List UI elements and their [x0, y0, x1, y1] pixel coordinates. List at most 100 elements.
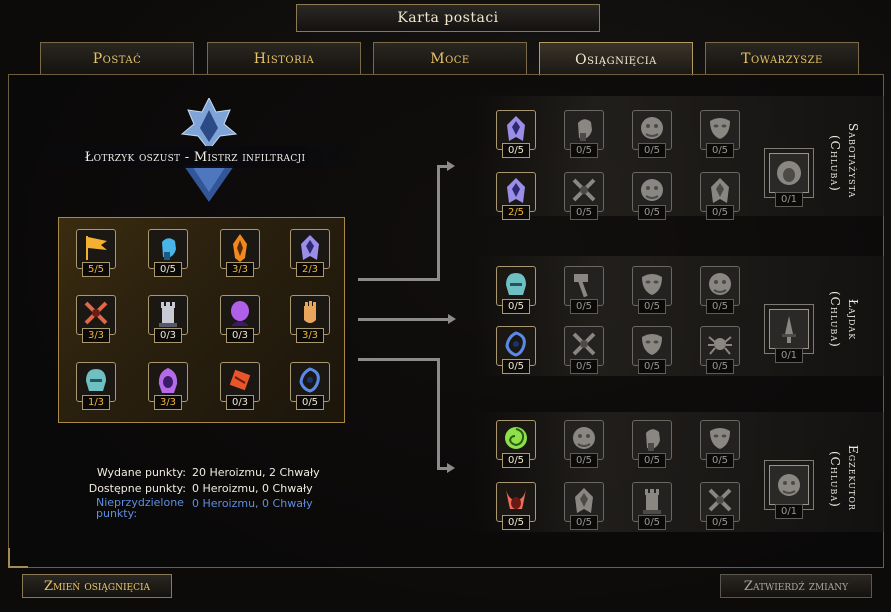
connector-line [358, 318, 448, 321]
hammer-icon [569, 269, 599, 303]
tree-name-sabotazysta: Sabotażysta [846, 123, 860, 199]
tab-history[interactable]: Historia [207, 42, 361, 74]
tree-rank-count: 0/5 [638, 515, 666, 530]
demon-face-icon [769, 465, 809, 505]
connector-line [437, 165, 440, 281]
fist-icon [153, 232, 183, 266]
achievement-rank-count: 0/3 [226, 395, 254, 410]
tree-rank-count: 2/5 [502, 205, 530, 220]
connector-line [437, 165, 447, 168]
capstone-rank-count: 0/1 [775, 348, 803, 363]
fist-icon [569, 113, 599, 147]
tree-name-lajdak: Łajdak [846, 299, 860, 341]
achievement-rank-count: 3/3 [226, 262, 254, 277]
change-achievements-button[interactable]: Zmień osiągnięcia [22, 574, 172, 598]
mask-icon [637, 269, 667, 303]
achievement-rank-count: 3/3 [82, 328, 110, 343]
capstone-slot[interactable] [764, 460, 814, 510]
achievement-rank-count: 5/5 [82, 262, 110, 277]
achievement-rank-count: 3/3 [296, 328, 324, 343]
mask-icon [705, 423, 735, 457]
swirl-icon [501, 329, 531, 363]
connector-arrow [447, 161, 455, 171]
connector-line [358, 358, 440, 361]
tab-companions[interactable]: Towarzysze [705, 42, 859, 74]
tree-subtitle-egzekutor: (Chluba) [828, 450, 842, 508]
rook-icon [153, 298, 183, 332]
tree-rank-count: 0/5 [502, 359, 530, 374]
tree-rank-count: 0/5 [502, 143, 530, 158]
spent-points-label: Wydane punkty: [96, 465, 186, 479]
points-summary: Wydane punkty: 20 Heroizmu, 2 Chwały Dos… [82, 464, 342, 520]
mask-icon [637, 329, 667, 363]
tab-powers[interactable]: Moce [373, 42, 527, 74]
flame-horns-icon [501, 485, 531, 519]
connector-arrow [448, 314, 456, 324]
crossed-weapons-icon [569, 329, 599, 363]
helmet-icon [501, 269, 531, 303]
class-title: Łotrzyk oszust - Mistrz infiltracji [20, 146, 370, 168]
fist-icon [637, 423, 667, 457]
helmet-icon [81, 365, 111, 399]
tree-rank-count: 0/5 [706, 359, 734, 374]
tree-rank-count: 0/5 [502, 453, 530, 468]
swirl-icon [295, 365, 325, 399]
flame-mask-icon [225, 232, 255, 266]
tree-rank-count: 0/5 [706, 515, 734, 530]
tab-bar: Postać Historia Moce Osiągnięcia Towarzy… [40, 42, 860, 76]
capstone-rank-count: 0/1 [775, 192, 803, 207]
connector-line [437, 467, 447, 470]
tree-subtitle-sabotazysta: (Chluba) [828, 134, 842, 192]
tree-rank-count: 0/5 [570, 143, 598, 158]
demon-face-icon [569, 423, 599, 457]
available-points-label: Dostępne punkty: [88, 481, 186, 495]
scroll-icon [225, 365, 255, 399]
character-sheet-window: Karta postaci Postać Historia Moce Osiąg… [0, 0, 891, 612]
tab-achievements[interactable]: Osiągnięcia [539, 42, 693, 76]
capstone-slot[interactable] [764, 148, 814, 198]
rook-icon [637, 485, 667, 519]
cloaked-figure-icon [295, 232, 325, 266]
spent-points-value: 20 Heroizmu, 2 Chwały [192, 465, 320, 479]
tree-rank-count: 0/5 [706, 299, 734, 314]
tree-rank-count: 0/5 [638, 359, 666, 374]
tree-rank-count: 0/5 [638, 205, 666, 220]
demon-face-icon [637, 175, 667, 209]
demon-face-icon [705, 269, 735, 303]
crossed-weapons-icon [705, 485, 735, 519]
tree-rank-count: 0/5 [502, 299, 530, 314]
tree-rank-count: 0/5 [638, 453, 666, 468]
achievement-rank-count: 0/5 [296, 395, 324, 410]
capstone-rank-count: 0/1 [775, 504, 803, 519]
connector-arrow [447, 463, 455, 473]
lion-head-icon [769, 153, 809, 193]
capstone-slot[interactable] [764, 304, 814, 354]
cloaked-figure-icon [705, 175, 735, 209]
tree-rank-count: 0/5 [570, 359, 598, 374]
crossed-weapons-icon [81, 298, 111, 332]
tree-name-egzekutor: Egzekutor [846, 445, 860, 511]
panel-corner-ornament [8, 548, 28, 568]
achievement-rank-count: 0/3 [226, 328, 254, 343]
achievement-rank-count: 2/3 [296, 262, 324, 277]
unassigned-points-label: Nieprzydzielone punkty: [96, 496, 184, 520]
tree-rank-count: 0/5 [570, 453, 598, 468]
dagger-icon [769, 309, 809, 349]
cloaked-figure-icon [569, 485, 599, 519]
tree-rank-count: 0/5 [706, 453, 734, 468]
gauntlet-icon [295, 298, 325, 332]
demon-face-icon [637, 113, 667, 147]
achievement-rank-count: 1/3 [82, 395, 110, 410]
shadow-head-icon [225, 298, 255, 332]
tree-rank-count: 0/5 [570, 515, 598, 530]
tree-rank-count: 0/5 [706, 205, 734, 220]
tree-rank-count: 0/5 [570, 205, 598, 220]
tab-character[interactable]: Postać [40, 42, 194, 74]
achievement-rank-count: 0/5 [154, 262, 182, 277]
crossed-weapons-icon [569, 175, 599, 209]
confirm-changes-button[interactable]: Zatwierdź zmiany [720, 574, 872, 598]
cloaked-figure-icon [501, 175, 531, 209]
tree-rank-count: 0/5 [638, 299, 666, 314]
vortex-icon [501, 423, 531, 457]
banner-icon [81, 232, 111, 266]
